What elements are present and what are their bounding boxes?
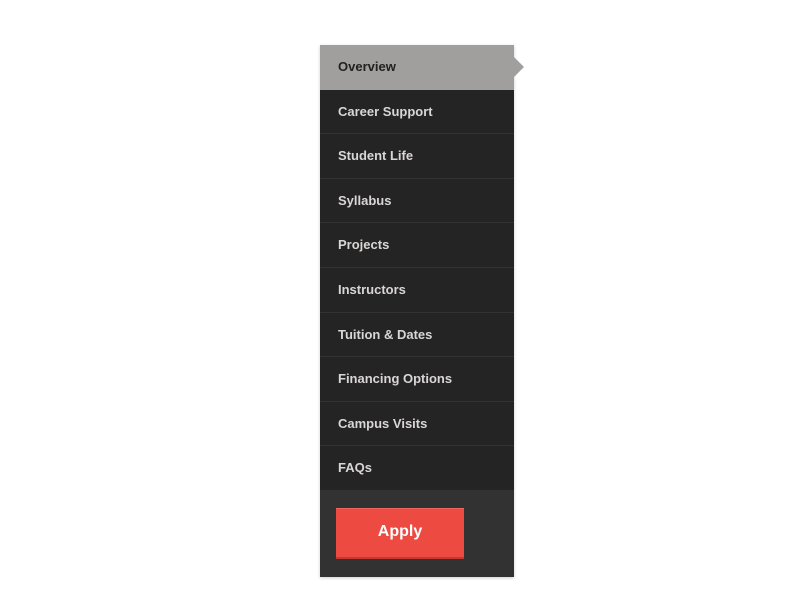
sidebar-nav-list: Overview Career Support Student Life Syl…: [320, 45, 514, 490]
sidebar-item-career-support[interactable]: Career Support: [320, 90, 514, 135]
sidebar-item-tuition-dates[interactable]: Tuition & Dates: [320, 313, 514, 358]
sidebar-item-label: Overview: [338, 59, 396, 74]
sidebar-item-label: Career Support: [338, 104, 433, 119]
sidebar-item-label: Campus Visits: [338, 416, 427, 431]
sidebar-item-label: Financing Options: [338, 371, 452, 386]
sidebar-item-label: Instructors: [338, 282, 406, 297]
apply-button[interactable]: Apply: [336, 508, 464, 557]
course-sidebar: Overview Career Support Student Life Syl…: [320, 45, 514, 577]
apply-section: Apply: [320, 490, 514, 577]
sidebar-item-label: Syllabus: [338, 193, 391, 208]
sidebar-item-overview[interactable]: Overview: [320, 45, 514, 90]
sidebar-item-syllabus[interactable]: Syllabus: [320, 179, 514, 224]
sidebar-item-label: FAQs: [338, 460, 372, 475]
sidebar-item-student-life[interactable]: Student Life: [320, 134, 514, 179]
sidebar-item-label: Projects: [338, 237, 389, 252]
sidebar-item-faqs[interactable]: FAQs: [320, 446, 514, 490]
sidebar-item-projects[interactable]: Projects: [320, 223, 514, 268]
sidebar-item-financing-options[interactable]: Financing Options: [320, 357, 514, 402]
sidebar-item-label: Tuition & Dates: [338, 327, 432, 342]
sidebar-item-campus-visits[interactable]: Campus Visits: [320, 402, 514, 447]
sidebar-item-label: Student Life: [338, 148, 413, 163]
sidebar-item-instructors[interactable]: Instructors: [320, 268, 514, 313]
